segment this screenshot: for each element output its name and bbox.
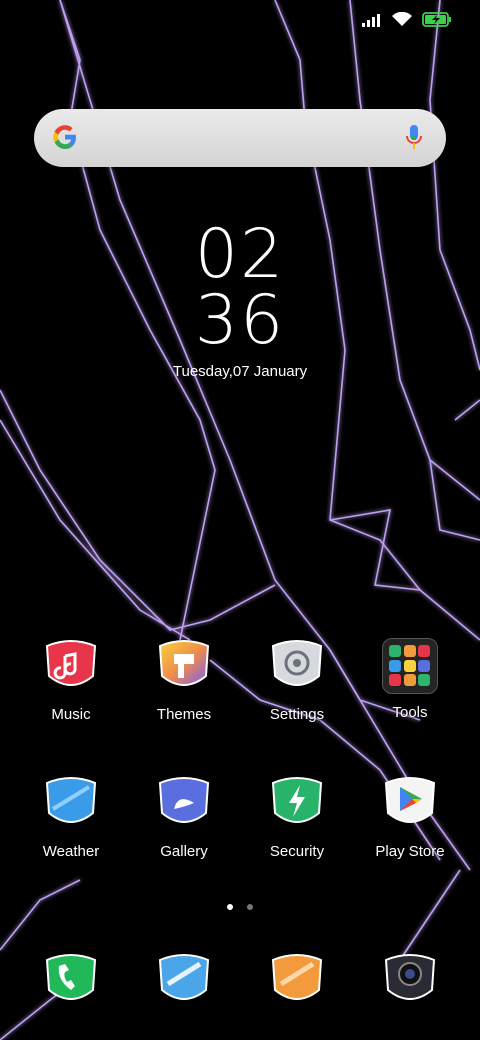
- gallery-icon: [158, 777, 210, 823]
- app-label: Gallery: [160, 843, 208, 860]
- dock-camera[interactable]: [355, 950, 465, 1010]
- dock-phone[interactable]: [16, 950, 126, 1010]
- page-dot: [247, 904, 254, 910]
- app-settings[interactable]: Settings: [242, 636, 352, 723]
- page-indicator: [0, 897, 480, 915]
- signal-icon: [362, 13, 380, 27]
- app-label: Themes: [156, 706, 212, 723]
- app-label: Security: [269, 843, 325, 860]
- settings-icon: [271, 640, 323, 686]
- clock-date: Tuesday,07 January: [172, 363, 308, 380]
- app-themes[interactable]: Themes: [129, 636, 239, 723]
- microphone-icon[interactable]: [404, 123, 424, 153]
- clock-minutes: 36: [194, 281, 286, 360]
- weather-icon: [45, 777, 97, 823]
- app-label: Music: [51, 706, 91, 723]
- clock-hours: 02: [194, 215, 286, 294]
- dock-browser[interactable]: [242, 950, 352, 1010]
- app-play-store[interactable]: Play Store: [355, 773, 465, 860]
- dock-messages[interactable]: [129, 950, 239, 1010]
- status-bar: [0, 0, 480, 44]
- app-label: Settings: [269, 706, 325, 723]
- page-dot-active: [226, 904, 233, 910]
- tools-folder-icon: [382, 638, 438, 694]
- search-bar[interactable]: [34, 109, 446, 167]
- phone-icon: [45, 954, 97, 1000]
- music-icon: [45, 640, 97, 686]
- app-label: Weather: [42, 843, 100, 860]
- security-icon: [271, 777, 323, 823]
- app-label: Play Store: [375, 843, 445, 860]
- themes-icon: [158, 640, 210, 686]
- battery-charging-icon: [422, 12, 451, 27]
- play-store-icon: [384, 777, 436, 823]
- app-weather[interactable]: Weather: [16, 773, 126, 860]
- folder-tools[interactable]: Tools: [355, 636, 465, 721]
- wifi-icon: [392, 12, 412, 26]
- google-g-icon[interactable]: [50, 122, 80, 152]
- app-security[interactable]: Security: [242, 773, 352, 860]
- app-label: Tools: [392, 704, 428, 721]
- clock-widget[interactable]: 02 36 Tuesday,07 January: [0, 215, 480, 381]
- camera-icon: [384, 954, 436, 1000]
- browser-icon: [271, 954, 323, 1000]
- messages-icon: [158, 954, 210, 1000]
- app-gallery[interactable]: Gallery: [129, 773, 239, 860]
- app-music[interactable]: Music: [16, 636, 126, 723]
